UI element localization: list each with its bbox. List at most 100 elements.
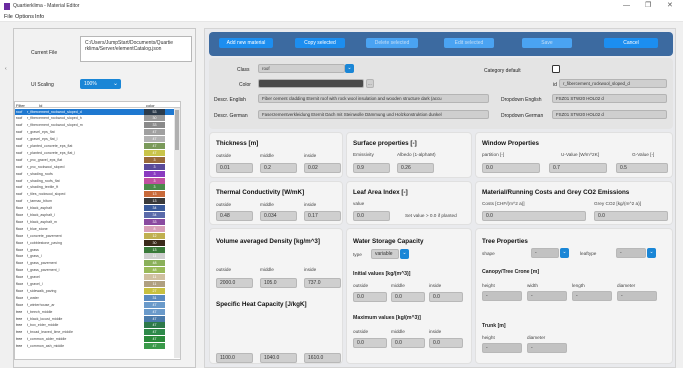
density-outside-input[interactable]: 2000.0	[216, 278, 253, 288]
id-field[interactable]: r_fibercement_rockwool_sloped_d	[559, 79, 667, 88]
canopy-width-input[interactable]: -	[527, 291, 567, 301]
cancel-button[interactable]: Cancel	[604, 38, 658, 48]
dropdown-german-field[interactable]: FSZ01 STW20 HOL02 d	[552, 110, 667, 119]
water-initial-inside-input[interactable]: 0.0	[429, 292, 463, 302]
collapse-arrow-icon[interactable]: ‹	[5, 66, 7, 72]
table-row[interactable]: floor f_grass_pavement_l 48	[15, 267, 175, 274]
material-table[interactable]: Filter Id color roof r_fibercement_rockwo…	[14, 101, 181, 360]
table-row[interactable]: tree t_black_locust_middle 47	[15, 315, 175, 322]
thickness-outside-input[interactable]: 0.01	[216, 163, 253, 173]
thickness-middle-input[interactable]: 0.2	[260, 163, 297, 173]
menu-info[interactable]: Info	[35, 14, 44, 20]
water-initial-middle-input[interactable]: 0.0	[391, 292, 425, 302]
table-row[interactable]: floor f_black_asphalt_m 33	[15, 218, 175, 225]
table-row[interactable]: tree t_broad_leaved_lime_middle 47	[15, 329, 175, 336]
water-max-outside-input[interactable]: 0.0	[353, 338, 387, 348]
current-file-field[interactable]: C:/Users/JumpStart/Documents/Quartie rkl…	[80, 36, 192, 62]
delete-selected-button[interactable]: Delete selected	[366, 38, 418, 48]
table-row[interactable]: roof r_tarmac_bitum 13	[15, 198, 175, 205]
table-row[interactable]: roof r_pvc_gravel_eps_flat 3	[15, 156, 175, 163]
close-button[interactable]: ✕	[667, 2, 673, 10]
table-row[interactable]: roof r_tiles_rockwool_sloped 13	[15, 191, 175, 198]
table-row[interactable]: floor f_winterhouse_ar 47	[15, 301, 175, 308]
tree-shape-dropdown[interactable]: -	[531, 248, 559, 258]
table-scrollbar[interactable]	[174, 108, 180, 358]
trunk-height-input[interactable]: -	[482, 343, 522, 353]
canopy-height-input[interactable]: -	[482, 291, 522, 301]
density-middle-input[interactable]: 105.0	[260, 278, 297, 288]
conductivity-inside-input[interactable]: 0.17	[304, 211, 341, 221]
tree-shape-chevron-icon[interactable]: ⌄	[560, 248, 569, 258]
copy-selected-button[interactable]: Copy selected	[295, 38, 345, 48]
thickness-inside-input[interactable]: 0.02	[304, 163, 341, 173]
header-id[interactable]: Id	[39, 103, 42, 108]
table-row[interactable]: floor f_black_asphalt 34	[15, 205, 175, 212]
table-row[interactable]: tree t_common_alder_middle 47	[15, 336, 175, 343]
table-row[interactable]: floor f_gravel 11	[15, 274, 175, 281]
lai-input[interactable]: 0.0	[353, 211, 390, 221]
table-row[interactable]: floor f_grass_l 11	[15, 253, 175, 260]
maximize-button[interactable]: ❐	[645, 2, 651, 10]
table-row[interactable]: tree t_box_elder_middle 47	[15, 322, 175, 329]
albedo-input[interactable]: 0.26	[397, 163, 434, 173]
table-row[interactable]: roof r_fibercement_rockwool_sloped_h 30	[15, 115, 175, 122]
table-row[interactable]: floor f_grass_pavement 48	[15, 260, 175, 267]
class-dropdown-chevron-icon[interactable]: ⌄	[345, 64, 354, 73]
canopy-length-input[interactable]: -	[572, 291, 612, 301]
table-row[interactable]: roof r_planted_concrete_eps_flat 47	[15, 143, 175, 150]
emissivity-input[interactable]: 0.9	[353, 163, 390, 173]
table-row[interactable]: roof r_shading_roofs_flat 3	[15, 177, 175, 184]
descr-german-field[interactable]: Faserzementverkleidung Eternit Dach mit …	[258, 110, 489, 119]
table-row[interactable]: roof r_fibercement_rockwool_sloped_d 53	[15, 108, 175, 115]
heatcap-middle-input[interactable]: 1040.0	[260, 353, 297, 363]
conductivity-middle-input[interactable]: 0.034	[260, 211, 297, 221]
table-row[interactable]: roof r_gravel_eps_flat 47	[15, 129, 175, 136]
table-row[interactable]: roof r_gravel_eps_flat_l 47	[15, 136, 175, 143]
menu-options[interactable]: Options	[15, 14, 34, 20]
color-picker-button[interactable]: ...	[366, 79, 374, 88]
g-value-input[interactable]: 0.5	[616, 163, 668, 173]
descr-english-field[interactable]: Fiber cement cladding Eternit roof with …	[258, 94, 489, 103]
add-material-button[interactable]: Add new material	[219, 38, 273, 48]
table-row[interactable]: roof r_fibercement_rockwool_sloped_m 33	[15, 122, 175, 129]
water-max-inside-input[interactable]: 0.0	[429, 338, 463, 348]
heatcap-inside-input[interactable]: 1610.0	[304, 353, 341, 363]
table-row[interactable]: floor f_concrete_pavement 12	[15, 232, 175, 239]
canopy-diameter-input[interactable]: -	[617, 291, 657, 301]
ui-scaling-dropdown[interactable]: 100% ⌄	[80, 79, 121, 89]
edit-selected-button[interactable]: Edit selected	[444, 38, 494, 48]
table-row[interactable]: tree t_common_ash_middle 47	[15, 343, 175, 350]
category-default-checkbox[interactable]	[552, 65, 560, 73]
trunk-diameter-input[interactable]: -	[527, 343, 567, 353]
tree-leaftype-chevron-icon[interactable]: ⌄	[647, 248, 656, 258]
save-button[interactable]: Save	[522, 38, 572, 48]
menu-file[interactable]: File	[4, 14, 13, 20]
header-filter[interactable]: Filter	[16, 103, 25, 108]
dropdown-english-field[interactable]: FSZ01 STW20 HOL02 d	[552, 94, 667, 103]
table-row[interactable]: floor f_gravel_l 11	[15, 281, 175, 288]
u-value-input[interactable]: 0.7	[549, 163, 607, 173]
table-row[interactable]: floor f_grass 13	[15, 246, 175, 253]
table-row[interactable]: floor f_cobblestone_paving 30	[15, 239, 175, 246]
table-row[interactable]: floor f_blue_stone 8	[15, 225, 175, 232]
table-row[interactable]: floor f_water 31	[15, 294, 175, 301]
table-row[interactable]: roof r_planted_concrete_eps_flat_l 47	[15, 149, 175, 156]
partition-input[interactable]: 0.0	[482, 163, 540, 173]
water-max-middle-input[interactable]: 0.0	[391, 338, 425, 348]
heatcap-outside-input[interactable]: 1100.0	[216, 353, 253, 363]
class-dropdown[interactable]: roof	[258, 64, 345, 73]
conductivity-outside-input[interactable]: 0.48	[216, 211, 253, 221]
water-initial-outside-input[interactable]: 0.0	[353, 292, 387, 302]
table-row[interactable]: tree t_beech_middle 47	[15, 308, 175, 315]
table-row[interactable]: roof r_shading_textile_ft 3	[15, 184, 175, 191]
table-row[interactable]: roof r_shading_roofs 3	[15, 170, 175, 177]
minimize-button[interactable]: —	[623, 2, 630, 10]
header-color[interactable]: color	[146, 103, 155, 108]
table-row[interactable]: roof r_pvc_rockwool_sloped 3	[15, 163, 175, 170]
tree-leaftype-dropdown[interactable]: -	[616, 248, 646, 258]
water-type-dropdown[interactable]: variable	[371, 249, 399, 259]
density-inside-input[interactable]: 737.0	[304, 278, 341, 288]
table-row[interactable]: floor f_black_asphalt_l 34	[15, 212, 175, 219]
grey-co2-input[interactable]: 0.0	[594, 211, 668, 221]
costs-input[interactable]: 0.0	[482, 211, 586, 221]
